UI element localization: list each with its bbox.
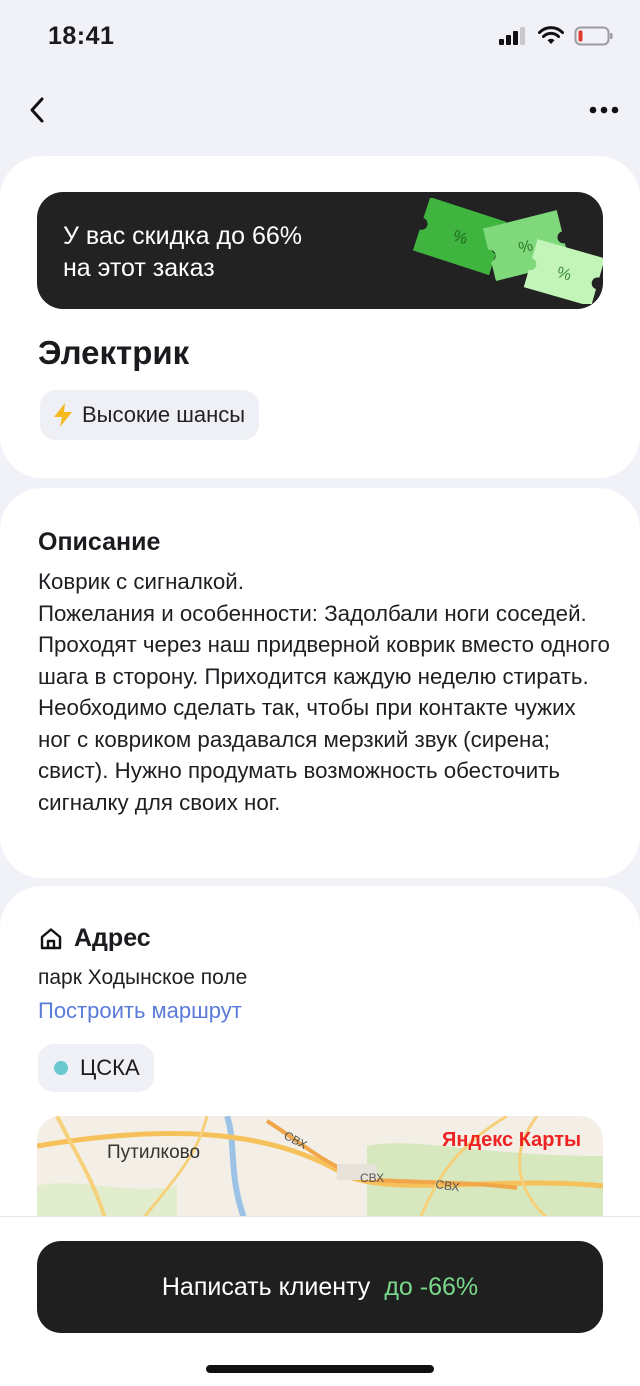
discount-banner[interactable]: У вас скидка до 66% на этот заказ % % % [37,192,603,309]
signal-icon [499,27,525,45]
nav-bar [0,80,640,140]
map-preview[interactable]: Путилково СВХ СВХ СВХ Яндекс Карты [37,1116,603,1226]
chevron-left-icon [30,97,44,123]
wifi-icon [538,26,564,44]
discount-banner-text: У вас скидка до 66% на этот заказ [63,222,302,282]
build-route-link[interactable]: Построить маршрут [38,998,242,1024]
map-canvas: Путилково СВХ СВХ СВХ Яндекс Карты [37,1116,603,1226]
order-header-card: У вас скидка до 66% на этот заказ % % % … [0,156,640,478]
description-heading: Описание [38,528,161,556]
description-text: Коврик с сигналкой. Пожелания и особенно… [38,569,610,815]
more-button[interactable] [582,90,626,130]
lightning-icon [54,403,72,427]
back-button[interactable] [18,90,58,130]
description-card: Описание Коврик с сигналкой. Пожелания и… [0,488,640,878]
address-text: парк Ходынское поле [38,966,248,989]
address-heading-row: Адрес [38,924,151,953]
metro-line-dot [54,1061,68,1075]
metro-station-name: ЦСКА [80,1055,140,1080]
bottom-action-bar: Написать клиенту до -66% [0,1216,640,1386]
more-dots-icon [589,106,619,114]
status-icons [498,25,614,47]
coupons-icon: % % % [412,198,603,304]
order-title: Электрик [38,334,190,371]
map-label-town: Путилково [107,1142,200,1163]
home-icon [40,927,62,949]
status-bar: 18:41 [0,0,640,80]
message-client-discount: до -66% [384,1272,479,1301]
battery-icon [574,26,613,46]
address-heading: Адрес [74,924,151,952]
metro-station-badge: ЦСКА [38,1044,154,1092]
message-client-button[interactable]: Написать клиенту до -66% [37,1241,603,1333]
message-client-label: Написать клиенту [161,1272,371,1301]
high-chances-badge: Высокие шансы [40,390,260,440]
home-indicator [206,1365,434,1373]
high-chances-label: Высокие шансы [82,402,246,427]
status-time: 18:41 [48,22,115,50]
map-label-road-2: СВХ [360,1171,384,1185]
yandex-maps-logo: Яндекс Карты [442,1129,581,1151]
